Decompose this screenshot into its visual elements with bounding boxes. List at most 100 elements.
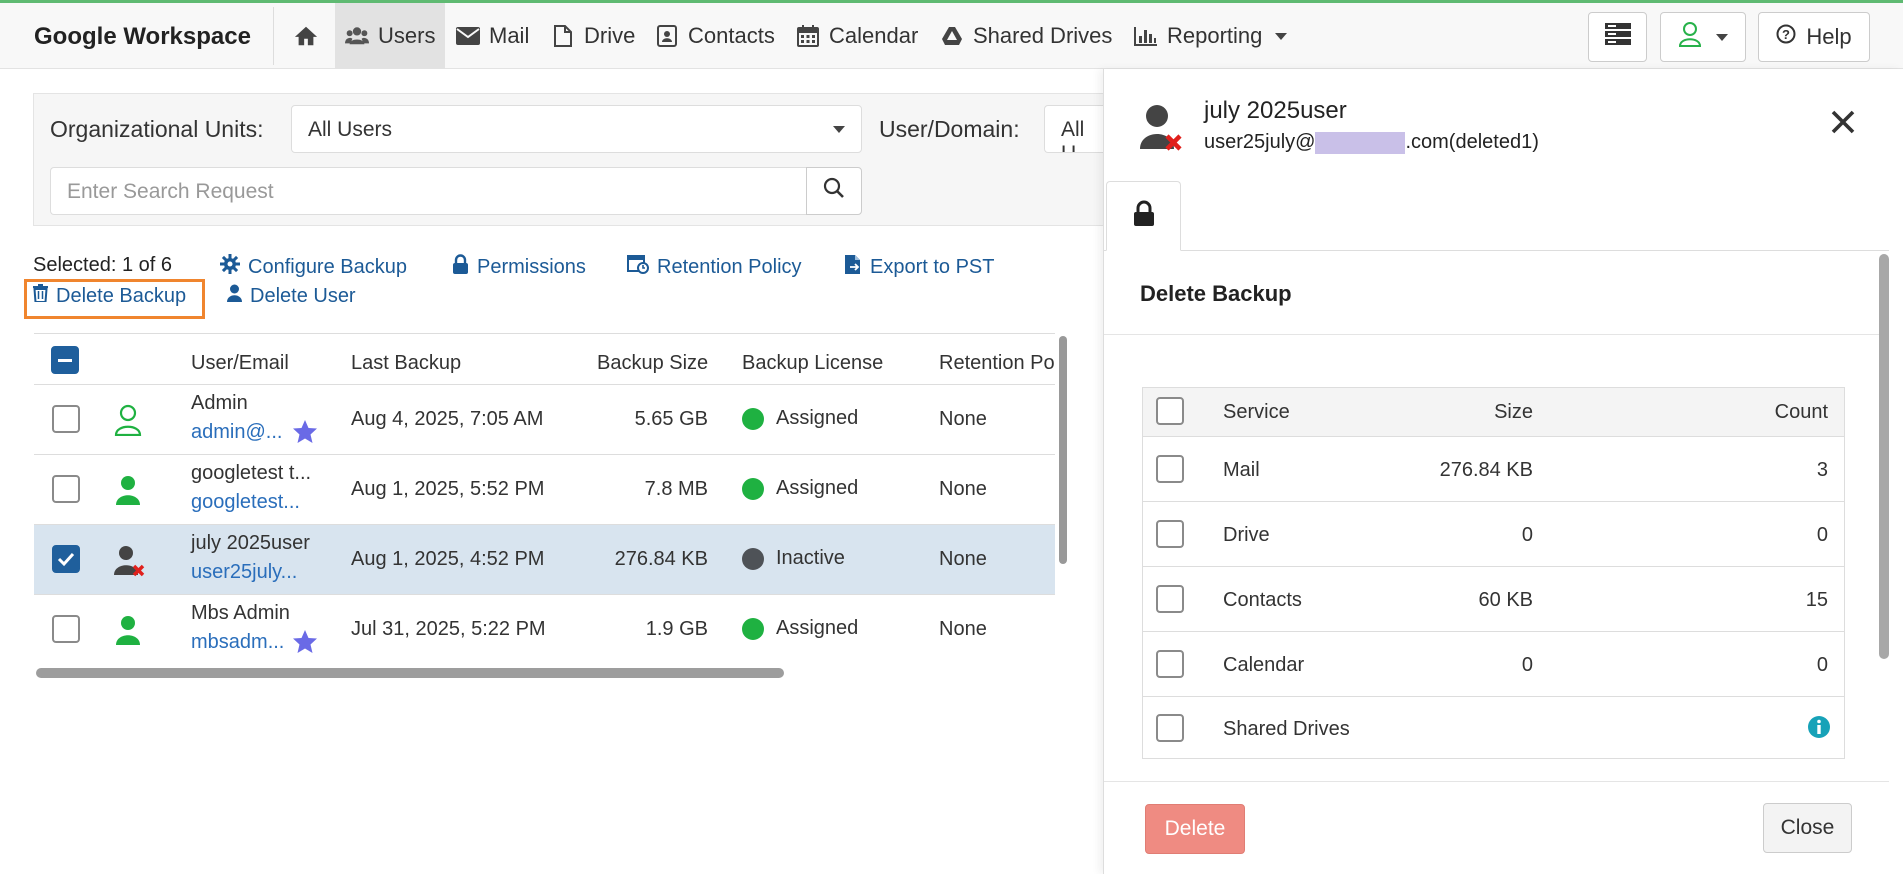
service-size: 0	[1521, 524, 1533, 546]
export-pst-label: Export to PST	[870, 256, 995, 278]
backup-license: Assigned	[742, 407, 858, 430]
service-checkbox[interactable]	[1156, 455, 1184, 483]
search-button[interactable]	[806, 167, 862, 215]
column-header-backup-license[interactable]: Backup License	[742, 352, 883, 375]
question-circle-icon: ?	[1776, 24, 1796, 50]
nav-drive[interactable]: Drive	[541, 3, 645, 69]
service-name: Shared Drives	[1223, 718, 1350, 740]
service-checkbox[interactable]	[1156, 585, 1184, 613]
home-icon	[294, 24, 318, 48]
user-name: googletest t...	[191, 462, 312, 484]
service-name: Mail	[1223, 459, 1260, 481]
backup-license: Inactive	[742, 547, 845, 570]
nav-mail[interactable]: Mail	[446, 3, 539, 69]
permissions-link[interactable]: Permissions	[452, 254, 586, 280]
svg-text:?: ?	[1782, 27, 1790, 42]
user-email-link[interactable]: user25july...	[191, 561, 297, 584]
delete-user-link[interactable]: Delete User	[227, 284, 356, 308]
retention: None	[939, 478, 987, 500]
delete-backup-highlight	[24, 279, 205, 319]
panel-vertical-scrollbar[interactable]	[1879, 254, 1889, 659]
service-row[interactable]: Mail 276.84 KB 3	[1143, 436, 1844, 501]
deleted-user-icon	[114, 545, 146, 583]
select-all-checkbox[interactable]	[51, 346, 79, 374]
nav-shared-drives[interactable]: Shared Drives	[930, 3, 1122, 69]
select-all-services-checkbox[interactable]	[1156, 397, 1184, 425]
service-name: Contacts	[1223, 589, 1302, 611]
row-checkbox-checked[interactable]	[52, 545, 80, 573]
export-pst-link[interactable]: Export to PST	[844, 254, 995, 281]
redacted-domain	[1315, 131, 1406, 154]
backup-size: 5.65 GB	[634, 408, 708, 430]
last-backup: Aug 4, 2025, 7:05 AM	[351, 408, 544, 430]
status-dot-icon	[742, 477, 764, 500]
table-row-selected[interactable]: july 2025user user25july... Aug 1, 2025,…	[34, 525, 1055, 595]
service-count: 0	[1816, 654, 1828, 676]
server-menu-button[interactable]	[1588, 12, 1647, 62]
nav-home[interactable]	[284, 3, 326, 69]
table-row[interactable]: Mbs Admin mbsadm... Jul 31, 2025, 5:22 P…	[34, 595, 1055, 664]
nav-mail-label: Mail	[489, 23, 530, 48]
column-header-last-backup[interactable]: Last Backup	[351, 352, 461, 375]
configure-backup-link[interactable]: Configure Backup	[220, 254, 407, 280]
table-vertical-scrollbar[interactable]	[1059, 336, 1067, 564]
service-checkbox[interactable]	[1156, 650, 1184, 678]
row-checkbox[interactable]	[52, 615, 80, 643]
backup-license: Assigned	[742, 477, 858, 500]
envelope-icon	[456, 24, 480, 48]
service-size: 276.84 KB	[1439, 459, 1533, 481]
service-row[interactable]: Calendar 0 0	[1143, 631, 1844, 696]
table-row[interactable]: googletest t... googletest... Aug 1, 202…	[34, 455, 1055, 525]
account-menu-button[interactable]	[1660, 12, 1746, 62]
service-row[interactable]: Contacts 60 KB 15	[1143, 566, 1844, 631]
user-email-link[interactable]: mbsadm...	[191, 631, 284, 654]
row-checkbox[interactable]	[52, 405, 80, 433]
nav-contacts[interactable]: Contacts	[645, 3, 785, 69]
panel-section-title: Delete Backup	[1140, 281, 1292, 306]
retention-policy-link[interactable]: Retention Policy	[627, 254, 802, 280]
services-header-row: Service Size Count	[1143, 388, 1844, 436]
star-icon	[292, 629, 318, 660]
close-button[interactable]: Close	[1763, 803, 1852, 853]
deleted-user-icon	[1140, 103, 1184, 159]
user-email-link[interactable]: googletest...	[191, 491, 300, 514]
nav-reporting[interactable]: Reporting	[1124, 3, 1297, 69]
calendar-clock-icon	[627, 254, 649, 280]
service-row[interactable]: Shared Drives	[1143, 696, 1844, 758]
service-name: Drive	[1223, 524, 1270, 546]
selection-count: Selected: 1 of 6	[33, 254, 172, 276]
user-domain-value: All U	[1061, 118, 1085, 152]
service-row[interactable]: Drive 0 0	[1143, 501, 1844, 566]
user-outline-icon	[114, 404, 142, 442]
server-icon	[1604, 23, 1631, 51]
table-horizontal-scrollbar[interactable]	[36, 668, 784, 678]
panel-user-email: user25july@ .com(deleted1)	[1204, 131, 1539, 154]
table-row[interactable]: Admin admin@... Aug 4, 2025, 7:05 AM 5.6…	[34, 385, 1055, 455]
service-checkbox[interactable]	[1156, 714, 1184, 742]
column-header-backup-size[interactable]: Backup Size	[597, 352, 708, 375]
configure-backup-label: Configure Backup	[248, 255, 407, 278]
nav-calendar[interactable]: Calendar	[786, 3, 928, 69]
close-icon[interactable]	[1830, 109, 1856, 141]
delete-button[interactable]: Delete	[1145, 804, 1245, 854]
search-input[interactable]: Enter Search Request	[50, 167, 807, 215]
column-header-retention[interactable]: Retention Po	[939, 352, 1055, 375]
panel-user-name: july 2025user	[1204, 97, 1347, 124]
org-units-select[interactable]: All Users	[291, 105, 862, 153]
service-checkbox[interactable]	[1156, 520, 1184, 548]
column-header-user[interactable]: User/Email	[191, 352, 289, 375]
user-email-link[interactable]: admin@...	[191, 421, 282, 444]
users-table: User/Email Last Backup Backup Size Backu…	[34, 333, 1055, 664]
user-name: july 2025user	[191, 532, 310, 554]
help-button[interactable]: ? Help	[1758, 12, 1870, 62]
license-status: Assigned	[776, 477, 859, 499]
user-name: Admin	[191, 392, 248, 414]
info-icon[interactable]	[1807, 715, 1831, 745]
retention: None	[939, 618, 987, 640]
service-count: 15	[1805, 589, 1828, 611]
status-dot-icon	[742, 547, 764, 570]
row-checkbox[interactable]	[52, 475, 80, 503]
chevron-down-icon	[1716, 33, 1728, 41]
tab-permissions[interactable]	[1106, 181, 1181, 251]
nav-users[interactable]: Users	[335, 3, 446, 69]
